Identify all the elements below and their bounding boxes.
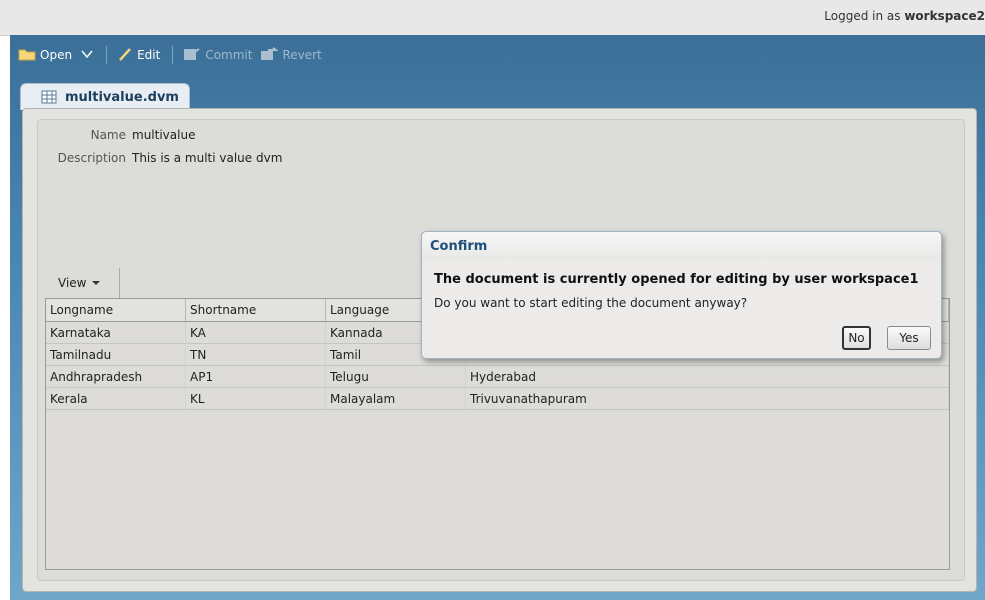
edit-button[interactable]: Edit [117, 47, 160, 64]
table-cell: Kerala [46, 387, 186, 410]
table-cell: Hyderabad [465, 365, 949, 388]
table-row[interactable]: Kerala KL Malayalam Trivuvanathapuram [46, 387, 949, 410]
table-row[interactable]: Andhrapradesh AP1 Telugu Hyderabad [46, 365, 949, 388]
revert-icon [260, 46, 280, 64]
dialog-title-bar[interactable] [422, 232, 941, 260]
revert-label: Revert [282, 48, 322, 62]
name-value: multivalue [132, 128, 196, 142]
table-cell: KL [185, 387, 326, 410]
dialog-heading: The document is currently opened for edi… [434, 272, 919, 287]
tab-label: multivalue.dvm [65, 89, 179, 105]
table-cell: Telugu [325, 365, 466, 388]
dialog-message: Do you want to start editing the documen… [434, 296, 748, 310]
open-label: Open [40, 48, 73, 62]
logged-in-label: Logged in as [824, 9, 905, 23]
name-label: Name [90, 128, 126, 142]
folder-icon [18, 47, 36, 64]
edit-label: Edit [137, 48, 161, 62]
table-cell: Andhrapradesh [46, 365, 186, 388]
description-value: This is a multi value dvm [132, 151, 283, 165]
view-menu-button[interactable]: View [46, 268, 120, 298]
table-icon [41, 90, 57, 104]
open-menu-button[interactable] [80, 48, 94, 62]
login-status: Logged in as workspace2 [824, 9, 985, 23]
no-button[interactable]: No [842, 326, 871, 350]
logged-in-user: workspace2 [904, 9, 985, 23]
yes-button[interactable]: Yes [887, 326, 931, 350]
table-cell: TN [185, 343, 326, 366]
commit-label: Commit [205, 48, 253, 62]
open-button[interactable]: Open [18, 47, 72, 64]
table-cell: AP1 [185, 365, 326, 388]
table-cell: Tamilnadu [46, 343, 186, 366]
commit-button[interactable]: Commit [183, 47, 252, 64]
table-cell: Trivuvanathapuram [465, 387, 949, 410]
chevron-down-icon [80, 48, 94, 62]
table-cell: Karnataka [46, 321, 186, 344]
chevron-down-icon [91, 279, 101, 287]
revert-button[interactable]: Revert [260, 46, 322, 64]
toolbar-separator [106, 46, 108, 64]
pencil-icon [117, 47, 133, 64]
column-header-shortname[interactable]: Shortname [185, 299, 326, 322]
table-cell: KA [185, 321, 326, 344]
column-header-longname[interactable]: Longname [46, 299, 186, 322]
commit-icon [183, 47, 201, 64]
view-menu-label: View [58, 276, 87, 290]
toolbar: Open Edit Commit Revert [18, 44, 330, 66]
tab-multivalue-dvm[interactable]: multivalue.dvm [20, 83, 190, 110]
top-bar: Logged in as workspace2 [0, 0, 985, 36]
description-label: Description [57, 151, 126, 165]
toolbar-separator [172, 46, 174, 64]
dialog-title: Confirm [430, 239, 488, 254]
table-cell: Malayalam [325, 387, 466, 410]
confirm-dialog: Confirm The document is currently opened… [421, 231, 942, 359]
